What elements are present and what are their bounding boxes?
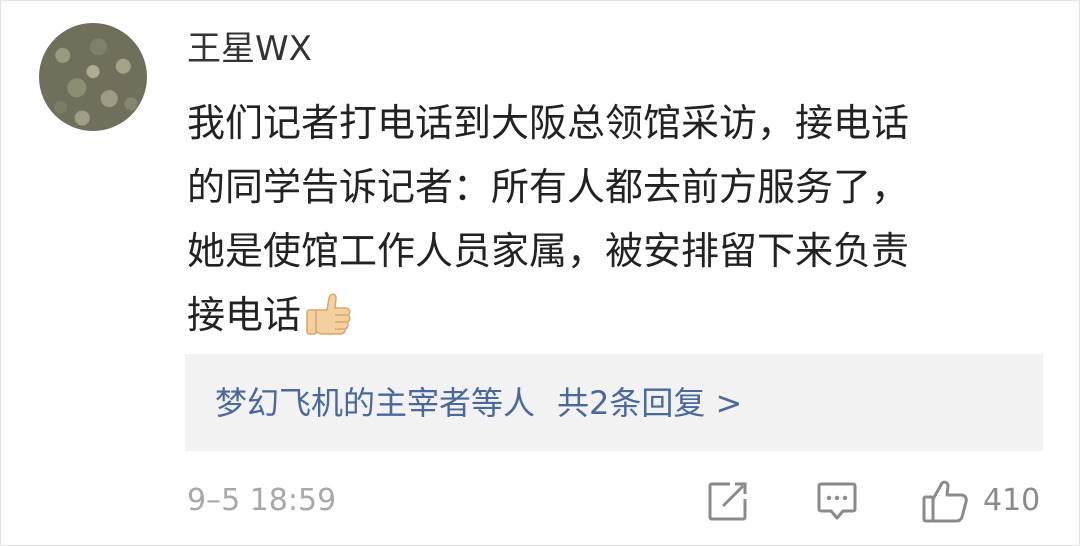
thumbs-up-icon[interactable] [921, 477, 969, 525]
edit-icon[interactable] [706, 479, 750, 523]
replies-link[interactable]: 梦幻飞机的主宰者等人 共2条回复 > [215, 378, 742, 428]
replies-who[interactable]: 梦幻飞机的主宰者等人 [215, 384, 535, 422]
comment-line: 她是使馆工作人员家属，被安排留下来负责 [187, 229, 910, 273]
comment-icon[interactable] [815, 479, 859, 523]
comment-line-text: 接电话 [187, 293, 302, 337]
like-count: 410 [983, 483, 1041, 518]
replies-count[interactable]: 共2条回复 > [557, 384, 742, 422]
author-name[interactable]: 王星WX [187, 27, 312, 71]
replies-preview[interactable]: 梦幻飞机的主宰者等人 共2条回复 > [185, 354, 1043, 451]
thumbs-up-emoji-icon [306, 293, 351, 335]
comment-card: 王星WX 我们记者打电话到大阪总领馆采访，接电话 的同学告诉记者：所有人都去前方… [0, 0, 1080, 546]
comment-body: 我们记者打电话到大阪总领馆采访，接电话 的同学告诉记者：所有人都去前方服务了， … [187, 91, 1027, 347]
timestamp: 9–5 18:59 [187, 483, 337, 518]
comment-line: 的同学告诉记者：所有人都去前方服务了， [187, 165, 910, 209]
comment-line: 我们记者打电话到大阪总领馆采访，接电话 [187, 101, 910, 145]
avatar[interactable] [39, 23, 147, 131]
comment-line-last: 接电话 [187, 283, 1027, 347]
